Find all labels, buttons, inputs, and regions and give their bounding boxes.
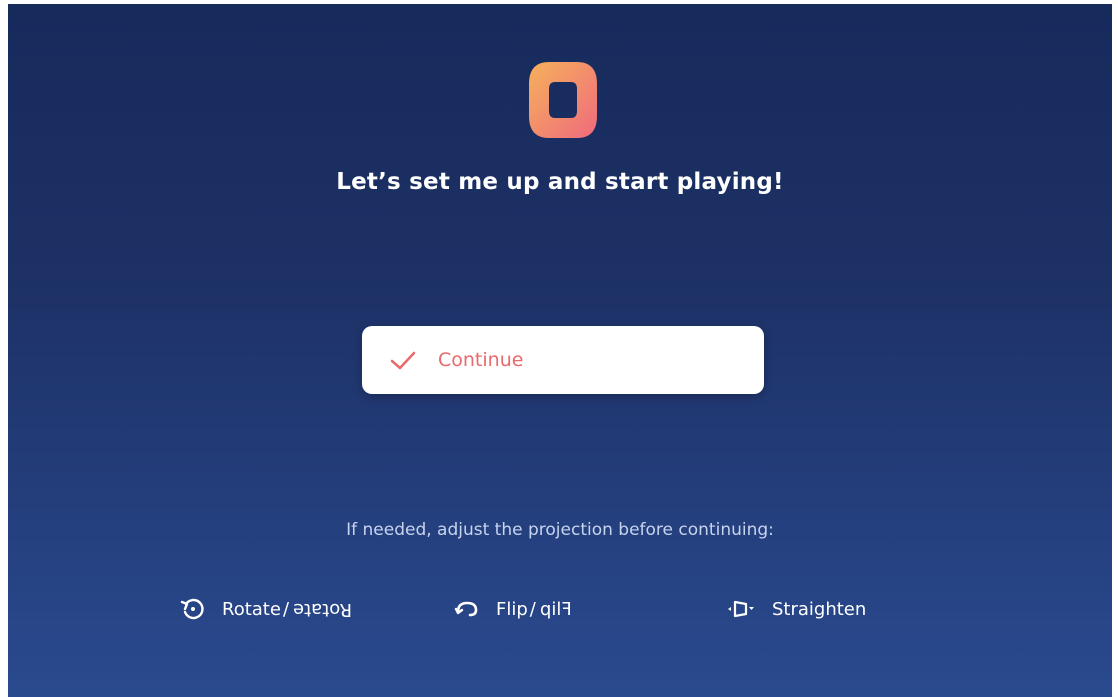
continue-button[interactable]: Continue xyxy=(362,326,764,394)
flip-button[interactable]: Flip / Flip xyxy=(454,594,572,624)
rotate-label: Rotate xyxy=(222,598,281,620)
check-icon xyxy=(390,351,416,370)
flip-label: Flip xyxy=(496,598,528,620)
setup-screen: Let’s set me up and start playing! Conti… xyxy=(8,4,1112,697)
osmo-logo-icon xyxy=(529,62,597,138)
rotate-icon xyxy=(180,598,204,620)
straighten-icon xyxy=(728,600,754,618)
rotate-button[interactable]: Rotate / Rotate xyxy=(180,594,352,624)
flip-icon xyxy=(454,601,478,617)
rotate-mirrored-label: Rotate xyxy=(293,598,352,620)
flip-separator: / xyxy=(529,598,536,620)
page-title: Let’s set me up and start playing! xyxy=(336,169,784,195)
adjust-hint: If needed, adjust the projection before … xyxy=(346,520,774,540)
rotate-separator: / xyxy=(282,598,290,620)
straighten-button[interactable]: Straighten xyxy=(726,594,866,624)
flip-mirrored-label: Flip xyxy=(539,598,572,620)
continue-label: Continue xyxy=(438,349,524,371)
straighten-label: Straighten xyxy=(772,598,867,620)
